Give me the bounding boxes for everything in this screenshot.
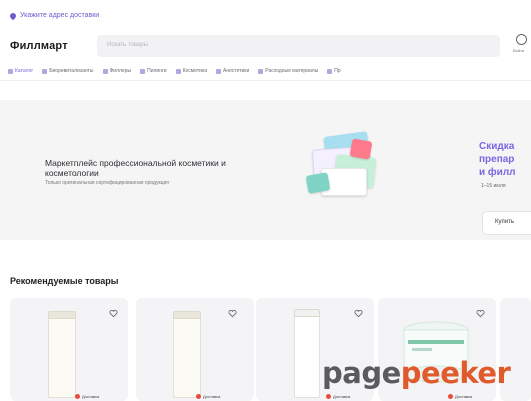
category-nav: Каталог Биоревитализанты Филлеры Пилинги…: [8, 68, 341, 74]
category-icon: [140, 68, 146, 74]
category-icon: [258, 68, 264, 74]
badge-dot-icon: [75, 394, 80, 399]
product-image: [48, 311, 76, 398]
delivery-badge: Доставка: [75, 394, 99, 399]
buy-button-label: Купить: [495, 219, 514, 225]
section-title-recommended: Рекомендуемые товары: [10, 276, 119, 286]
favorite-heart-icon[interactable]: [476, 305, 485, 318]
site-logo[interactable]: Филлмарт: [10, 40, 68, 52]
favorite-heart-icon[interactable]: [354, 305, 363, 318]
category-item-consumables[interactable]: Расходные материалы: [258, 68, 318, 74]
buy-button[interactable]: Купить: [482, 211, 531, 235]
delivery-badge: Доставка: [448, 394, 472, 399]
login-button[interactable]: Войти: [511, 34, 531, 58]
category-item-peelings[interactable]: Пилинги: [140, 68, 167, 74]
category-icon: [42, 68, 48, 74]
search-input[interactable]: Искать товары: [97, 35, 500, 57]
badge-dot-icon: [448, 394, 453, 399]
location-label: Укажите адрес доставки: [20, 12, 100, 19]
banner-title: Маркетплейс профессиональной косметики и…: [45, 158, 226, 178]
favorite-heart-icon[interactable]: [109, 305, 118, 318]
pagepeeker-watermark: pagepeeker: [322, 356, 511, 390]
category-icon: [216, 68, 221, 74]
category-icon: [327, 68, 333, 74]
product-image: [294, 309, 320, 398]
category-item-biorevitalizants[interactable]: Биоревитализанты: [42, 68, 94, 74]
product-card[interactable]: Доставка: [10, 298, 128, 401]
badge-dot-icon: [326, 394, 331, 399]
login-label: Войти: [513, 48, 525, 53]
category-item-anesthetics[interactable]: Анестетики: [216, 68, 249, 74]
banner-right-title: Скидка препар и филл: [479, 141, 516, 178]
product-image: [173, 311, 201, 398]
delivery-badge: Доставка: [196, 394, 220, 399]
banner-subtitle: Только оригинальная сертифицированная пр…: [45, 180, 170, 186]
location-selector[interactable]: Укажите адрес доставки: [8, 11, 100, 20]
category-icon: [175, 68, 181, 74]
favorite-heart-icon[interactable]: [228, 305, 237, 318]
delivery-badge: Доставка: [326, 394, 350, 399]
category-item-more[interactable]: Пр: [327, 68, 341, 74]
location-pin-icon: [8, 11, 18, 20]
category-icon: [102, 68, 108, 74]
catalog-icon: [8, 68, 13, 74]
category-item-fillers[interactable]: Филлеры: [102, 68, 131, 74]
search-placeholder: Искать товары: [107, 42, 148, 48]
banner-dates: 1–15 июля: [481, 183, 506, 189]
category-item-catalog[interactable]: Каталог: [8, 68, 33, 74]
user-icon: [516, 34, 527, 45]
product-boxes-illustration: [305, 128, 385, 198]
category-item-cosmetics[interactable]: Косметика: [175, 68, 207, 74]
product-card[interactable]: Доставка: [136, 298, 254, 401]
header-divider: [0, 80, 531, 81]
badge-dot-icon: [196, 394, 201, 399]
